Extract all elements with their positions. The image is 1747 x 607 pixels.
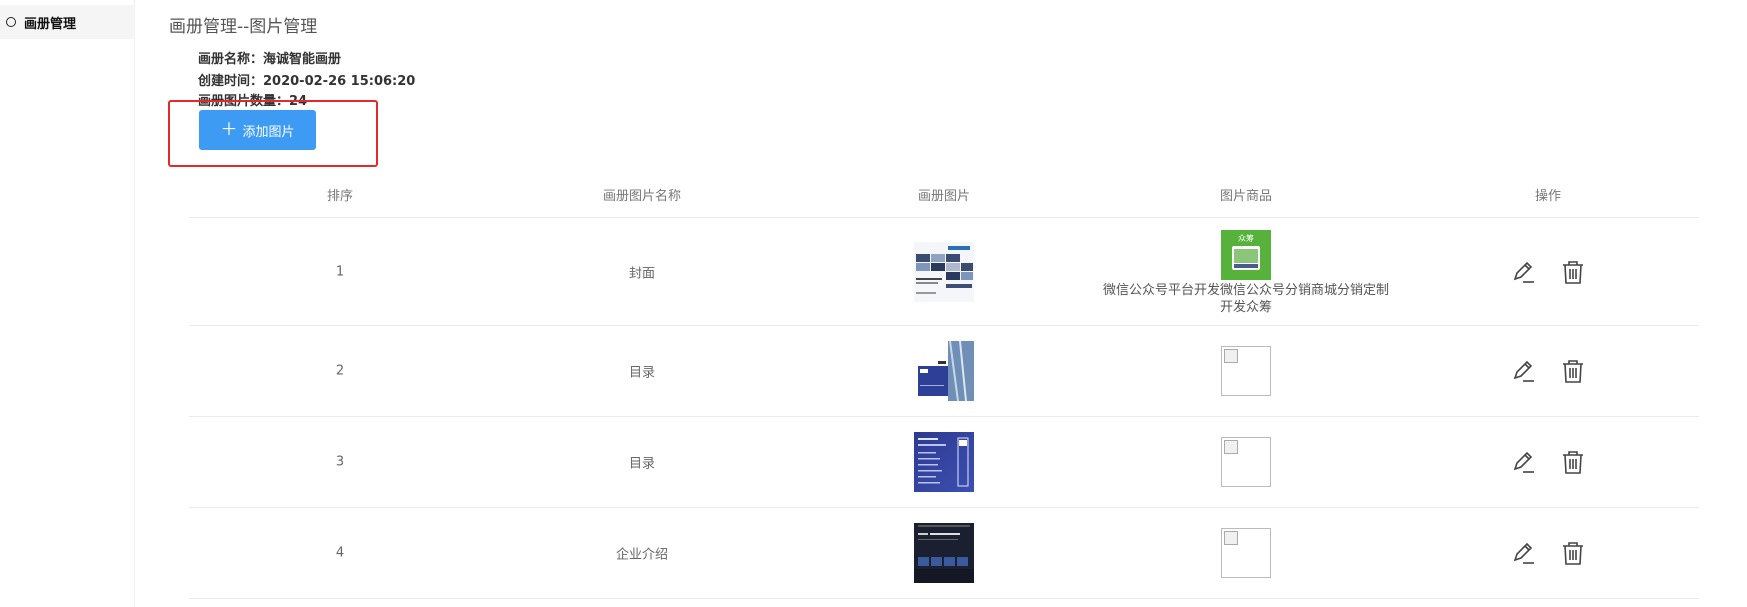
row-actions [1509,258,1587,286]
row-name: 目录 [628,365,656,381]
broken-image-icon [1224,440,1238,454]
goods-image[interactable]: 众筹 [1221,230,1271,280]
table-row: 4 企业介绍 [189,508,1699,599]
table-header: 排序 画册图片名称 画册图片 图片商品 操作 [189,176,1699,218]
col-header-order: 排序 [326,189,354,204]
pencil-icon[interactable] [1509,448,1537,476]
circle-icon [6,17,16,27]
album-image-thumbnail[interactable] [914,241,974,302]
col-header-image: 画册图片 [917,189,971,204]
album-image-count: 画册图片数量：24 [198,94,308,109]
plus-icon: ＋ [220,119,238,140]
row-name: 封面 [628,266,656,281]
sidebar: 画册管理 [0,0,135,607]
col-header-actions: 操作 [1534,189,1562,204]
goods-image-broken[interactable] [1221,346,1271,396]
album-created-time: 创建时间：2020-02-26 15:06:20 [198,74,416,89]
add-image-button[interactable]: ＋ 添加图片 [199,110,316,150]
trash-icon[interactable] [1559,258,1587,286]
album-image-thumbnail[interactable] [914,432,974,492]
trash-icon[interactable] [1559,448,1587,476]
pencil-icon[interactable] [1509,258,1537,286]
table-row: 3 目录 [189,417,1699,508]
table-row: 2 目录 [189,326,1699,417]
row-order: 3 [335,454,345,470]
col-header-name: 画册图片名称 [602,189,682,204]
image-table: 排序 画册图片名称 画册图片 图片商品 操作 1 封面 众筹 微信公众号平台开发… [189,176,1699,599]
table-row: 1 封面 众筹 微信公众号平台开发微信公众号分销商城分销定制开发众筹 [189,218,1699,326]
page-title: 画册管理--图片管理 [169,17,318,37]
goods-badge-text: 众筹 [1238,233,1254,243]
album-image-thumbnail[interactable] [914,523,974,583]
row-actions [1509,357,1587,385]
pencil-icon[interactable] [1509,539,1537,567]
album-image-thumbnail[interactable] [914,340,974,402]
sidebar-item-label: 画册管理 [24,16,77,32]
row-order: 4 [335,545,345,561]
trash-icon[interactable] [1559,357,1587,385]
row-name: 企业介绍 [615,547,669,563]
pencil-icon[interactable] [1509,357,1537,385]
album-name: 画册名称：海诚智能画册 [198,52,342,67]
row-actions [1509,448,1587,476]
row-actions [1509,539,1587,567]
broken-image-icon [1224,349,1238,363]
sidebar-item-album-management[interactable]: 画册管理 [0,5,135,39]
col-header-goods: 图片商品 [1219,189,1273,204]
add-image-label: 添加图片 [242,124,295,140]
row-name: 目录 [628,456,656,472]
broken-image-icon [1224,531,1238,545]
row-order: 2 [335,363,345,379]
row-order: 1 [335,264,345,279]
goods-image-broken[interactable] [1221,437,1271,487]
goods-name: 微信公众号平台开发微信公众号分销商城分销定制开发众筹 [1102,283,1389,315]
trash-icon[interactable] [1559,539,1587,567]
goods-image-broken[interactable] [1221,528,1271,578]
